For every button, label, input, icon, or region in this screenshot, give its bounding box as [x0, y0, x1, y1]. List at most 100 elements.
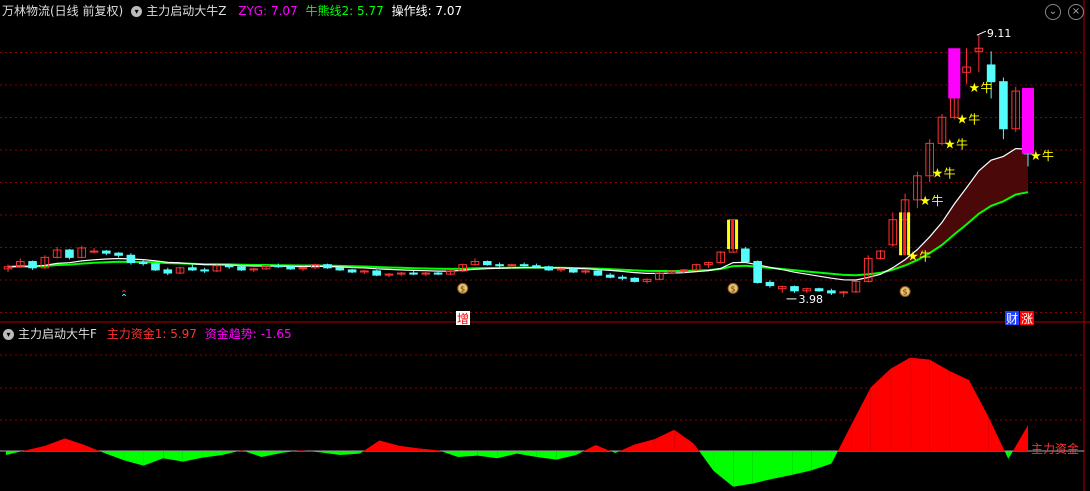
sub-header: ▾ 主力启动大牛F 主力资金1: 5.97 资金趋势: -1.65 [2, 325, 296, 343]
cai-label: 财 [1006, 312, 1018, 326]
candle-body [986, 64, 996, 83]
star-icon: ★ [932, 167, 944, 182]
fund-area-segment [6, 451, 23, 455]
candle-body [188, 267, 197, 271]
fund-area-segment [831, 451, 838, 464]
candle-body [827, 290, 836, 294]
fund-area-segment [583, 445, 596, 451]
fund-area-segment [654, 429, 675, 451]
fund-area-segment [340, 451, 360, 455]
zyg-value: ZYG: 7.07 [238, 4, 298, 18]
fund-area-segment [969, 380, 989, 451]
niu-value: 牛熊线2: 5.77 [305, 4, 384, 18]
fund-area-segment [261, 451, 282, 457]
chevron-down-icon[interactable]: ▾ [3, 329, 14, 340]
fund-area-segment [713, 451, 734, 487]
star-icon: ★ [944, 137, 956, 152]
candle-body [495, 264, 504, 267]
fund-area-segment [792, 451, 812, 475]
fund-area-segment [870, 368, 891, 451]
candle-body [89, 250, 99, 253]
fund-area-segment [556, 451, 576, 460]
candle-body [102, 250, 111, 254]
fund-area-segment [320, 451, 341, 455]
star-icon: ★ [907, 249, 919, 264]
indicator-name: 主力启动大牛Z [146, 4, 227, 18]
fund-area-segment [222, 451, 240, 455]
main-header: 万林物流(日线 前复权) ▾ 主力启动大牛Z ZYG: 7.07 牛熊线2: 5.7… [2, 2, 466, 20]
fund-area-segment [595, 445, 611, 451]
fund-area-segment [45, 438, 65, 451]
niu-label: 牛 [944, 166, 956, 181]
fund-area-segment [1004, 451, 1009, 459]
fund-area-segment [379, 440, 400, 451]
chevron-up-icon: ⌃ [120, 293, 128, 304]
candle-body [482, 261, 492, 266]
fund-area-segment [359, 451, 364, 454]
candle-body [335, 267, 345, 271]
op-value: 操作线: 7.07 [391, 4, 463, 18]
niu-label: 牛 [1042, 148, 1054, 163]
fund-area-segment [363, 440, 380, 451]
candle-body [237, 266, 246, 271]
candle-body [409, 272, 418, 275]
fund-area-segment [143, 451, 164, 466]
candle-body [532, 265, 541, 268]
ma-white-line [7, 147, 1029, 281]
niu-label: 牛 [981, 80, 993, 95]
magenta-bar [1022, 87, 1034, 154]
candle-body [65, 249, 74, 258]
candle-body [347, 269, 357, 273]
money-bag-glyph: $ [460, 284, 465, 293]
candle-body [224, 265, 234, 268]
zeng-label: 增 [457, 312, 469, 326]
star-icon: ★ [919, 194, 931, 209]
fund-area-segment [910, 357, 930, 451]
signal-bar [899, 212, 903, 256]
chevron-down-icon[interactable]: ⌄ [1045, 4, 1061, 20]
close-icon[interactable]: × [1068, 4, 1084, 20]
candle-body [790, 286, 799, 292]
niu-label: 牛 [968, 111, 980, 126]
candle-body [568, 268, 578, 273]
fund-area-segment [619, 444, 635, 451]
trend-value: 资金趋势: -1.65 [204, 327, 292, 341]
fund-area-segment [497, 451, 517, 459]
fund-area-segment [84, 445, 100, 451]
zl-value: 主力资金1: 5.97 [106, 327, 197, 341]
signal-bar [735, 219, 739, 249]
candle-body [372, 270, 381, 276]
candle-body [433, 272, 443, 275]
candle-body [618, 276, 627, 279]
signal-bar [731, 219, 735, 249]
candle-body [28, 261, 37, 269]
fund-area-segment [1008, 451, 1013, 459]
fund-area-segment [517, 451, 537, 457]
candlesticks [3, 35, 1033, 298]
niu-label: 牛 [956, 136, 968, 151]
candle-body [605, 274, 615, 278]
fund-area-segment [440, 451, 459, 457]
fund-area-segment [477, 451, 498, 459]
candle-body [126, 254, 136, 264]
candle-body [286, 266, 295, 270]
fund-area-segment [811, 451, 832, 471]
money-bag-glyph: $ [731, 284, 736, 293]
candle-body [765, 281, 775, 287]
fund-area-segment [104, 451, 124, 461]
fund-area-segment [851, 387, 871, 451]
candle-body [753, 261, 762, 283]
stock-chart: ★ 牛★ 牛★ 牛★ 牛★ 牛★ 牛★ 牛$ $ $9.113.98⌃⌃增财涨 主力资金 [0, 0, 1090, 491]
ma-band [7, 147, 1029, 281]
candle-body [200, 269, 209, 272]
fund-area-segment [25, 445, 46, 451]
niu-label: 牛 [919, 248, 931, 263]
chevron-down-icon[interactable]: ▾ [131, 6, 143, 17]
fund-area-segment [418, 448, 439, 451]
fund-right-label: 主力资金 [1031, 441, 1079, 456]
money-bag-glyph: $ [903, 287, 908, 296]
candle-body [741, 248, 750, 263]
fund-area-segment [202, 451, 223, 458]
low-price-label: 3.98 [799, 293, 824, 306]
fund-area-segment [693, 443, 700, 451]
